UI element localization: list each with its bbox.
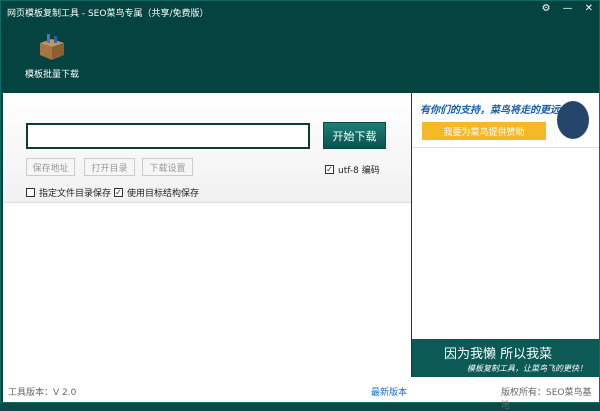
specify-dir-checkbox[interactable]: 指定文件目录保存 bbox=[26, 186, 111, 199]
url-input[interactable] bbox=[26, 123, 310, 149]
banner-subtitle: 模板复制工具，让菜鸟飞的更快！ bbox=[467, 364, 587, 373]
batch-download-label: 模板批量下载 bbox=[24, 70, 79, 80]
bird-mascot-icon bbox=[557, 101, 589, 139]
start-download-button[interactable]: 开始下载 bbox=[323, 122, 386, 149]
package-icon bbox=[37, 33, 67, 61]
support-text: 有你们的支持，菜鸟将走的更远 bbox=[420, 105, 560, 116]
batch-download-button[interactable]: 模板批量下载 bbox=[23, 33, 81, 80]
settings-icon[interactable]: ⚙ bbox=[542, 3, 551, 14]
main-panel: 开始下载 保存地址 打开目录 下载设置 ✓ utf-8 编码 指定文件目录保存 ✓… bbox=[3, 93, 411, 377]
save-address-button[interactable]: 保存地址 bbox=[26, 158, 75, 176]
sponsor-button[interactable]: 我要为菜鸟提供赞助 bbox=[422, 122, 546, 140]
checkbox-checked-icon: ✓ bbox=[325, 165, 334, 174]
banner-title: 因为我懒 所以我菜 bbox=[444, 347, 553, 362]
version-text: 工具版本：V 2.0 bbox=[8, 388, 77, 398]
latest-version-link[interactable]: 最新版本 bbox=[371, 385, 407, 398]
copyright-text: 版权所有：SEO菜鸟基地 bbox=[501, 388, 592, 411]
keep-structure-checkbox[interactable]: ✓ 使用目标结构保存 bbox=[114, 186, 199, 199]
app-window: 网页模板复制工具 - SEO菜鸟专属（共享/免费版） ⚙ — ✕ 模板批量下载 … bbox=[0, 0, 600, 411]
open-directory-button[interactable]: 打开目录 bbox=[84, 158, 135, 176]
download-settings-button[interactable]: 下载设置 bbox=[142, 158, 193, 176]
window-title: 网页模板复制工具 - SEO菜鸟专属（共享/免费版） bbox=[7, 9, 209, 19]
minimize-icon[interactable]: — bbox=[563, 3, 573, 14]
status-bar: 工具版本：V 2.0 最新版本 版权所有：SEO菜鸟基地 bbox=[3, 377, 599, 411]
sidebar-ads: 有你们的支持，菜鸟将走的更远 我要为菜鸟提供赞助 因为我懒 所以我菜 模板复制工… bbox=[412, 93, 599, 377]
checkbox-unchecked-icon bbox=[26, 188, 35, 197]
banner-ad[interactable]: 因为我懒 所以我菜 模板复制工具，让菜鸟飞的更快！ bbox=[412, 339, 599, 377]
utf8-checkbox[interactable]: ✓ utf-8 编码 bbox=[325, 163, 380, 176]
checkbox-checked-icon: ✓ bbox=[114, 188, 123, 197]
close-icon[interactable]: ✕ bbox=[585, 3, 593, 14]
